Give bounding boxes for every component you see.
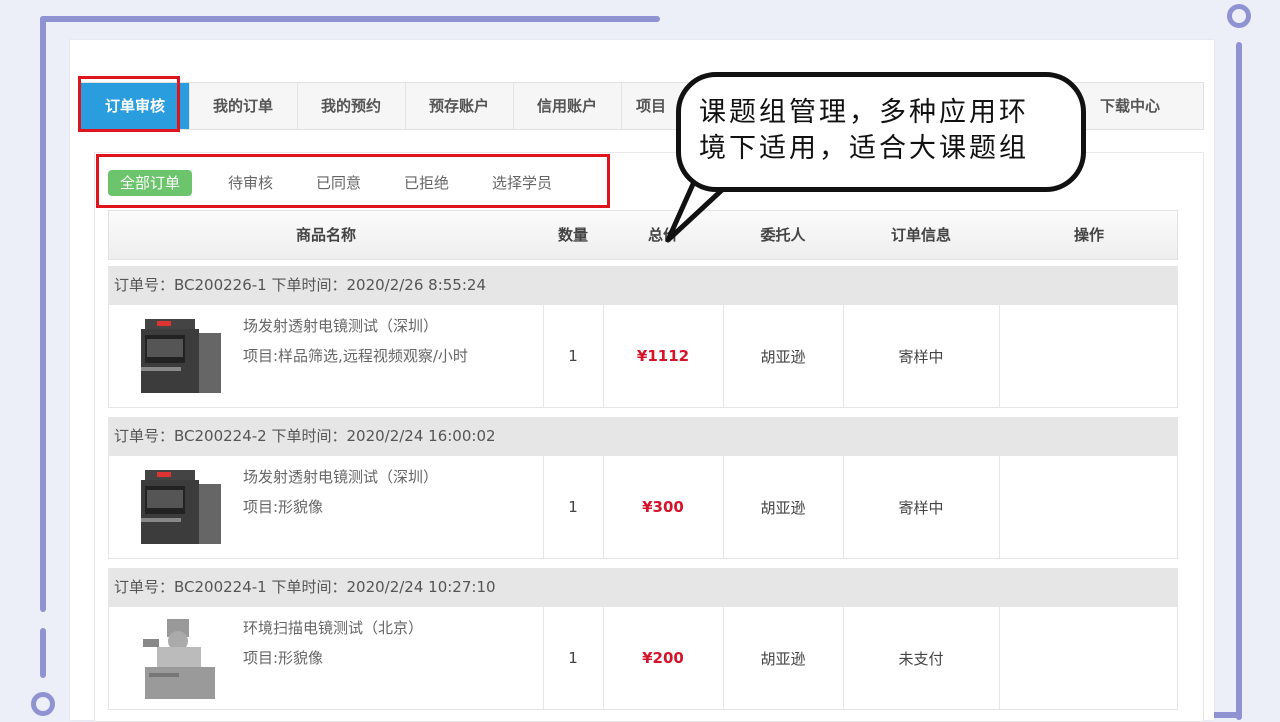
- action-cell: [999, 607, 1179, 709]
- quantity-cell: 1: [568, 347, 578, 365]
- frame-top-line: [40, 16, 660, 22]
- table-row: 场发射透射电镜测试（深圳） 项目:形貌像 1 ¥300 胡亚逊 寄样中: [108, 455, 1178, 559]
- col-product-name: 商品名称: [295, 226, 356, 244]
- col-order-info: 订单信息: [890, 226, 951, 244]
- tab-prepaid-account[interactable]: 预存账户: [405, 83, 514, 129]
- order-header: 订单号：BC200224-1 下单时间：2020/2/24 10:27:10: [108, 568, 1178, 606]
- status-cell: 寄样中: [898, 347, 944, 366]
- frame-left-dash: [40, 628, 46, 678]
- tab-highlight-box: [78, 76, 180, 132]
- product-project: 项目:形貌像: [243, 498, 324, 516]
- order-header: 订单号：BC200224-2 下单时间：2020/2/24 16:00:02: [108, 417, 1178, 455]
- product-project: 项目:形貌像: [243, 649, 324, 667]
- tab-project[interactable]: 项目: [621, 83, 681, 129]
- filter-highlight-box: [96, 154, 610, 208]
- client-cell: 胡亚逊: [760, 347, 806, 366]
- frame-circle-bottom-left: [31, 692, 55, 716]
- tem-instrument-image: [141, 470, 221, 544]
- quantity-cell: 1: [568, 649, 578, 667]
- product-project: 项目:样品筛选,远程视频观察/小时: [243, 347, 468, 365]
- client-cell: 胡亚逊: [760, 498, 806, 517]
- tab-my-reservations[interactable]: 我的预约: [297, 83, 406, 129]
- product-name[interactable]: 环境扫描电镜测试（北京）: [243, 617, 423, 638]
- annotation-line-2: 境下适用，适合大课题组: [699, 133, 1029, 164]
- tab-download-center[interactable]: 下载中心: [1075, 83, 1185, 129]
- product-name[interactable]: 场发射透射电镜测试（深圳）: [243, 315, 438, 336]
- table-row: 环境扫描电镜测试（北京） 项目:形貌像 1 ¥200 胡亚逊 未支付: [108, 606, 1178, 710]
- product-name[interactable]: 场发射透射电镜测试（深圳）: [243, 466, 438, 487]
- frame-left-line: [40, 16, 46, 612]
- price-cell: ¥1112: [636, 347, 690, 365]
- action-cell: [999, 456, 1179, 558]
- sem-instrument-image: [143, 619, 215, 699]
- col-action: 操作: [1073, 226, 1104, 244]
- tab-my-orders[interactable]: 我的订单: [189, 83, 298, 129]
- frame-right-line: [1236, 42, 1242, 720]
- action-cell: [999, 305, 1179, 407]
- tab-credit-account[interactable]: 信用账户: [513, 83, 622, 129]
- speech-bubble: 课题组管理，多种应用环 境下适用，适合大课题组: [676, 72, 1086, 192]
- status-cell: 未支付: [898, 649, 944, 668]
- price-cell: ¥300: [642, 498, 684, 516]
- quantity-cell: 1: [568, 498, 578, 516]
- frame-circle-top-right: [1227, 4, 1251, 28]
- table-row: 场发射透射电镜测试（深圳） 项目:样品筛选,远程视频观察/小时 1 ¥1112 …: [108, 304, 1178, 408]
- order-header: 订单号：BC200226-1 下单时间：2020/2/26 8:55:24: [108, 266, 1178, 304]
- col-quantity: 数量: [557, 226, 588, 244]
- annotation-line-1: 课题组管理，多种应用环: [699, 97, 1029, 128]
- tem-instrument-image: [141, 319, 221, 393]
- price-cell: ¥200: [642, 649, 684, 667]
- client-cell: 胡亚逊: [760, 649, 806, 668]
- status-cell: 寄样中: [898, 498, 944, 517]
